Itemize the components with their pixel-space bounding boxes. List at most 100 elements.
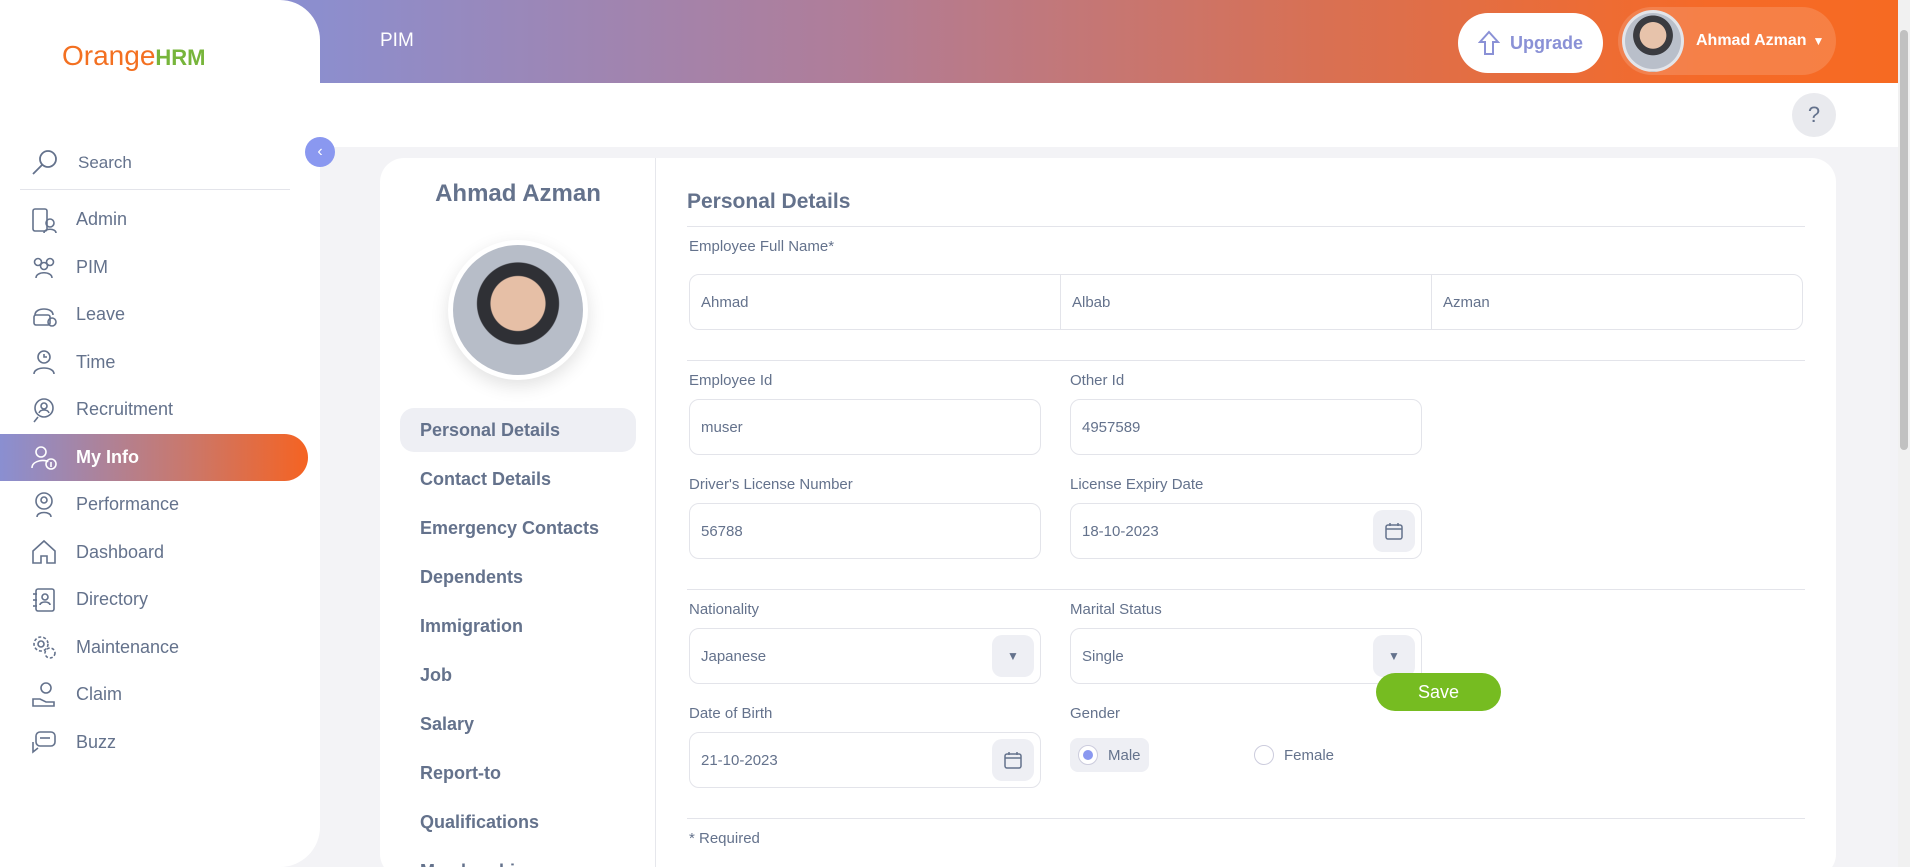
divider [687,360,1805,361]
license-input[interactable]: 56788 [689,503,1041,559]
employee-id-label: Employee Id [689,372,773,389]
sidebar-item-label: Dashboard [76,541,165,562]
performance-icon [35,491,53,517]
radio-dot [1078,745,1098,765]
last-name-input[interactable]: Azman [1432,275,1802,329]
caret-down-icon: ▼ [1812,34,1825,48]
scrollbar[interactable] [1898,0,1910,867]
required-note: * Required [689,830,760,847]
sidebar-item-buzz[interactable]: Buzz [0,719,320,767]
sidebar-item-dashboard[interactable]: Dashboard [0,529,320,577]
chevron-left-icon: ‹ [317,143,323,160]
sidebar-item-leave[interactable]: Leave [0,291,320,339]
sidebar-item-performance[interactable]: Performance [0,481,320,529]
upgrade-label: Upgrade [1509,32,1583,53]
marital-dropdown-button[interactable]: ▼ [1373,635,1415,677]
tab-report-to[interactable]: Report-to [400,751,636,795]
sidebar-item-admin[interactable]: Admin [0,196,320,244]
caret-down-icon: ▼ [1388,649,1400,663]
save-button[interactable]: Save [1376,673,1501,711]
other-id-label: Other Id [1070,372,1125,389]
section-title: Personal Details [687,190,851,213]
tab-immigration[interactable]: Immigration [400,604,636,648]
sidebar-item-maintenance[interactable]: Maintenance [0,624,320,672]
sidebar-item-label: Leave [76,304,126,325]
module-title: PIM [380,30,414,51]
maintenance-icon [33,636,56,660]
directory-icon [33,587,55,612]
dob-input[interactable]: 21-10-2023 [689,732,1041,788]
time-icon [33,350,55,375]
buzz-icon [32,731,56,754]
first-name-input[interactable]: Ahmad [690,275,1061,329]
employee-photo[interactable] [448,240,588,380]
dob-label: Date of Birth [689,705,773,722]
employee-id-input[interactable]: muser [689,399,1041,455]
gender-male-label: Male [1108,746,1141,764]
sidebar-item-label: Time [76,351,116,372]
middle-name-input[interactable]: Albab [1061,275,1432,329]
dob-value: 21-10-2023 [701,751,778,769]
tab-job[interactable]: Job [400,653,636,697]
license-expiry-value: 18-10-2023 [1082,522,1159,540]
tab-dependents[interactable]: Dependents [400,555,636,599]
nationality-select[interactable]: Japanese ▼ [689,628,1041,684]
tab-personal-details[interactable]: Personal Details [400,408,636,452]
tab-emergency-contacts[interactable]: Emergency Contacts [400,506,636,550]
sidebar-item-label: PIM [76,256,109,277]
sidebar-item-pim[interactable]: PIM [0,244,320,292]
profile-tabs: Personal Details Contact Details Emergen… [400,408,636,867]
sidebar-item-label: My Info [76,446,139,467]
calendar-button[interactable] [992,739,1034,781]
logo-orange-text: Orange [62,40,156,71]
help-button[interactable]: ? [1792,93,1836,137]
full-name-label: Employee Full Name* [689,238,835,255]
sidebar: OrangeHRM Admin PIM Leave Time Recruitme… [0,0,320,867]
upgrade-button[interactable]: Upgrade [1458,13,1603,73]
scrollbar-thumb[interactable] [1900,30,1908,450]
sidebar-item-claim[interactable]: Claim [0,671,320,719]
orangehrm-logo: OrangeHRM [62,40,206,72]
sidebar-item-label: Directory [76,589,149,610]
radio-dot [1254,745,1274,765]
marital-status-value: Single [1082,647,1124,665]
tab-salary[interactable]: Salary [400,702,636,746]
search-icon [32,149,57,175]
home-icon [32,540,56,565]
divider [687,226,1805,227]
tab-contact-details[interactable]: Contact Details [400,457,636,501]
license-label: Driver's License Number [689,476,853,493]
tab-qualifications[interactable]: Qualifications [400,800,636,844]
logo-hrm-text: HRM [155,45,206,70]
license-expiry-input[interactable]: 18-10-2023 [1070,503,1422,559]
sidebar-item-label: Admin [76,209,128,230]
nationality-label: Nationality [689,601,760,618]
employee-name: Ahmad Azman [435,180,601,207]
marital-status-select[interactable]: Single ▼ [1070,628,1422,684]
sidebar-item-label: Recruitment [76,399,174,420]
sidebar-item-directory[interactable]: Directory [0,576,320,624]
sidebar-collapse-button[interactable]: ‹ [305,137,335,167]
calendar-button[interactable] [1373,510,1415,552]
employee-card: Ahmad Azman Personal Details Contact Det… [380,158,1836,867]
nationality-dropdown-button[interactable]: ▼ [992,635,1034,677]
user-name: Ahmad Azman [1696,32,1807,49]
recruitment-icon [33,397,54,423]
sidebar-item-label: Buzz [76,731,117,752]
myinfo-icon [31,446,57,471]
gender-female-radio[interactable]: Female [1246,738,1342,772]
sidebar-item-recruitment[interactable]: Recruitment [0,386,320,434]
sidebar-item-time[interactable]: Time [0,339,320,387]
sidebar-item-my-info[interactable]: My Info [0,433,308,481]
employee-photo-image [453,245,583,375]
profile-panel: Ahmad Azman Personal Details Contact Det… [380,158,656,867]
sidebar-menu: Admin PIM Leave Time Recruitment My Info… [0,196,320,766]
other-id-input[interactable]: 4957589 [1070,399,1422,455]
gender-male-radio[interactable]: Male [1070,738,1149,772]
caret-down-icon: ▼ [1007,649,1019,663]
marital-status-label: Marital Status [1070,601,1162,618]
claim-icon [32,681,55,707]
search-input[interactable] [78,152,278,173]
tab-memberships[interactable]: Memberships [400,849,636,867]
user-menu[interactable]: Ahmad Azman ▼ [1618,7,1836,75]
